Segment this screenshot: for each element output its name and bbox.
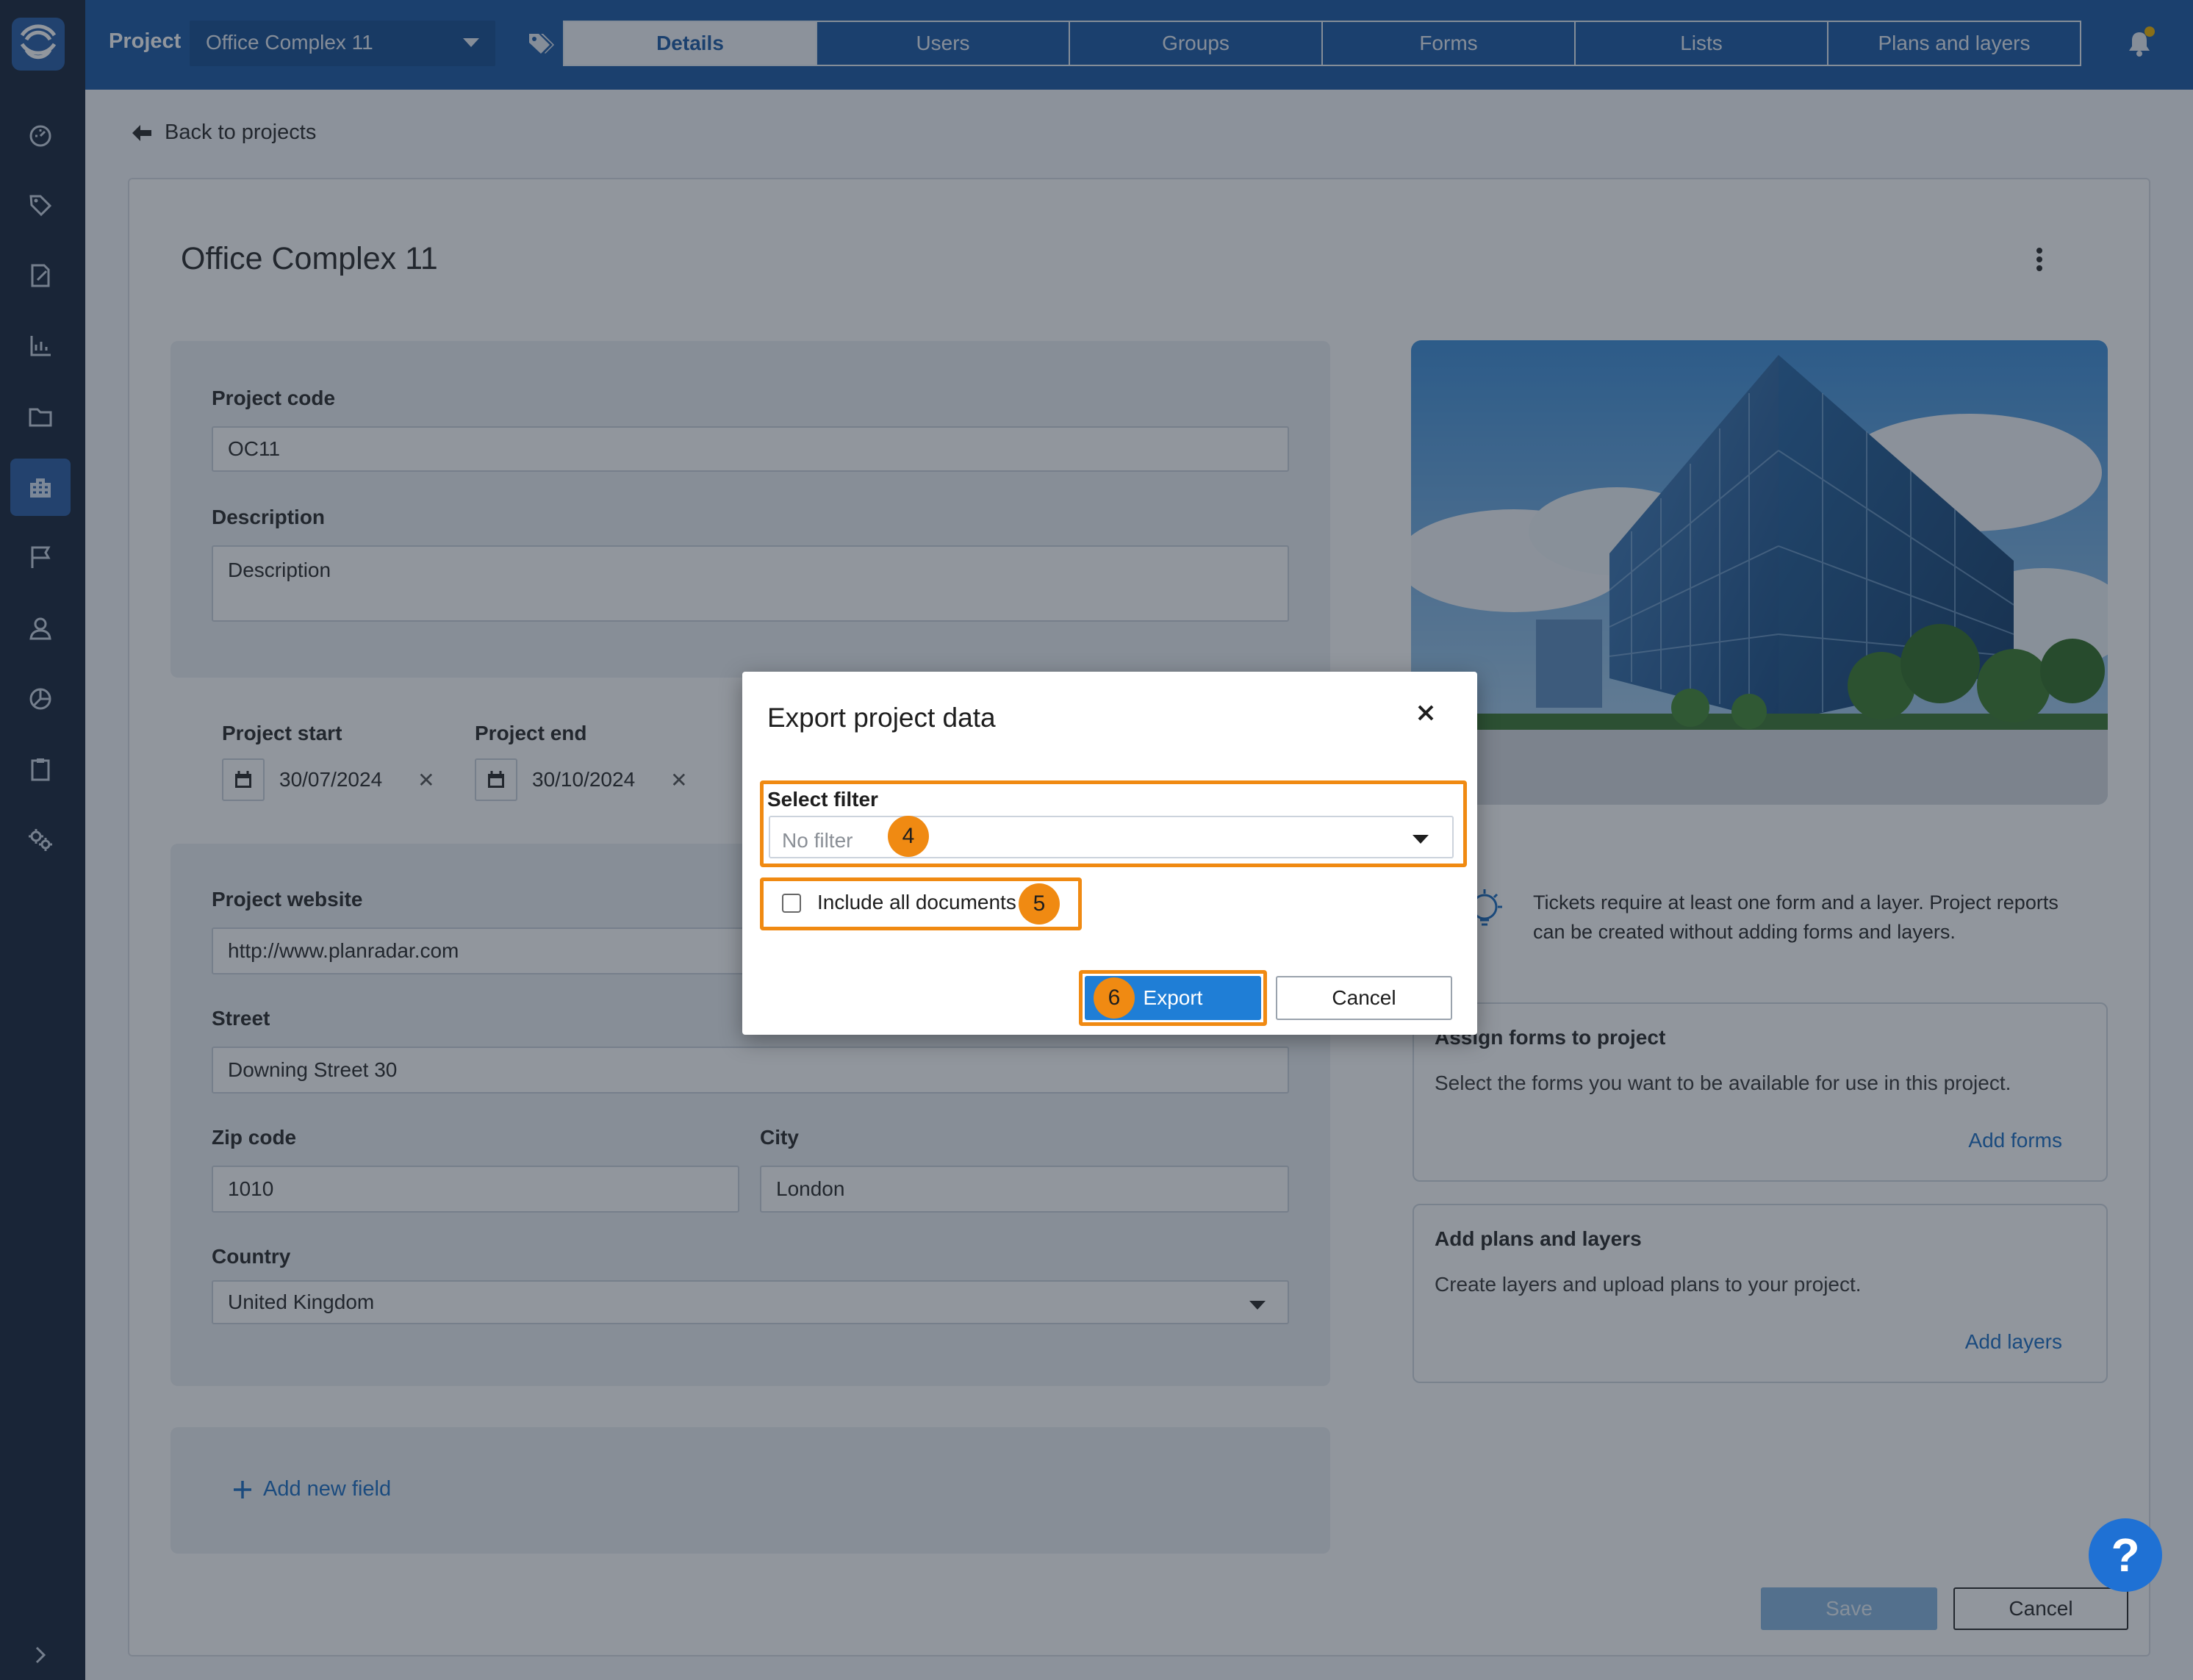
step-5-badge: 5 — [1019, 883, 1060, 925]
step-4-badge: 4 — [888, 816, 929, 857]
help-button[interactable]: ? — [2089, 1518, 2162, 1592]
filter-select[interactable]: No filter — [769, 816, 1454, 858]
step-6-badge: 6 — [1094, 977, 1135, 1019]
include-all-documents-checkbox[interactable] — [782, 894, 801, 913]
filter-select-value: No filter — [782, 829, 853, 852]
dialog-cancel-button[interactable]: Cancel — [1276, 976, 1452, 1020]
include-all-documents-label[interactable]: Include all documents — [817, 891, 1016, 914]
export-dialog: Export project data Select filter No fil… — [742, 672, 1477, 1035]
close-icon[interactable] — [1415, 703, 1436, 723]
chevron-down-icon — [1413, 835, 1429, 844]
dialog-title: Export project data — [767, 703, 996, 733]
select-filter-label: Select filter — [767, 788, 878, 811]
